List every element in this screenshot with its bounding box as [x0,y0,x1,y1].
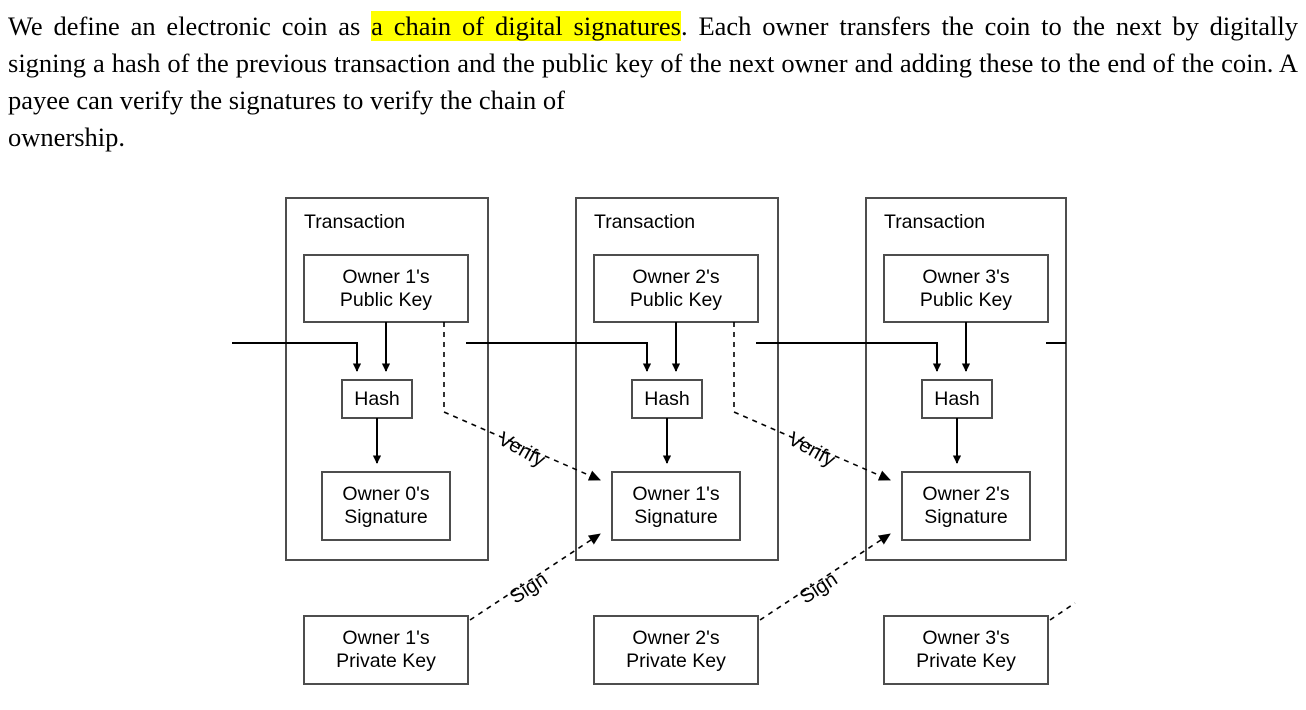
paragraph-before-highlight: We define an electronic coin as [8,11,372,41]
sign-path-3 [1049,602,1076,621]
transaction-header-1: Transaction [304,211,406,233]
hash-box-2 [631,379,703,419]
chain-line-2 [756,342,942,372]
verify-label-2: Verify [784,428,839,472]
hash-label-3: Hash [934,387,980,410]
transaction-frame-2 [575,197,779,561]
private-key-label-1: Owner 1's Private Key [336,627,436,672]
private-key-box-1 [303,615,469,685]
public-key-label-3: Owner 3's Public Key [919,265,1013,311]
transaction-frame-3 [865,197,1067,561]
private-key-label-2: Owner 2's Private Key [626,627,726,672]
sign-label-2: Sign [796,568,842,609]
private-key-label-3: Owner 3's Private Key [916,627,1016,672]
public-key-label-1: Owner 1's Public Key [339,265,433,311]
hash-label-2: Hash [644,387,690,410]
public-key-box-2 [593,254,759,323]
public-key-box-3 [883,254,1049,323]
transaction-header-2: Transaction [594,211,696,233]
paragraph-text: We define an electronic coin as a chain … [8,8,1298,156]
transaction-frame-1 [285,197,489,561]
sign-path-2 [759,533,891,621]
signature-label-2: Owner 1's Signature [632,483,720,528]
sign-path-1 [469,533,601,621]
public-key-box-1 [303,254,469,323]
signature-label-1: Owner 0's Signature [342,483,430,528]
verify-label-1: Verify [494,428,549,472]
verify-path-2 [733,322,891,481]
public-key-label-2: Owner 2's Public Key [629,265,723,311]
verify-path-1 [443,322,601,481]
signature-box-2 [611,471,741,541]
paragraph-last-line: ownership. [8,122,126,152]
private-key-box-2 [593,615,759,685]
private-key-box-3 [883,615,1049,685]
chain-line-1 [466,342,652,372]
signature-box-3 [901,471,1031,541]
hash-box-1 [341,379,413,419]
chain-line-0 [232,342,362,372]
hash-box-3 [921,379,993,419]
hash-label-1: Hash [354,387,400,410]
transaction-header-3: Transaction [884,211,986,233]
signature-box-1 [321,471,451,541]
sign-label-1: Sign [506,568,552,609]
signature-label-3: Owner 2's Signature [922,483,1010,528]
highlighted-phrase: a chain of digital signatures [371,11,681,41]
